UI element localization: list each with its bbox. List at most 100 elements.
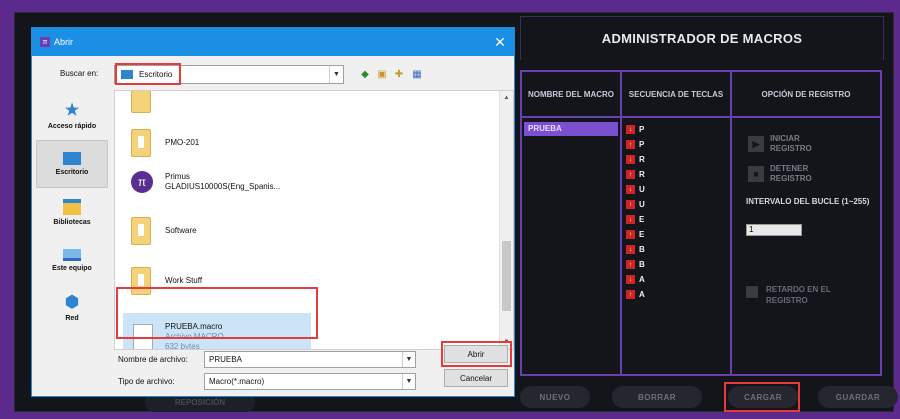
key-label: B	[639, 260, 645, 269]
place-quick-access[interactable]: ★ Acceso rápido	[36, 92, 108, 140]
key-label: U	[639, 185, 645, 194]
dialog-titlebar: π Abrir	[32, 28, 514, 56]
start-record-button[interactable]: ▶ INICIAR REGISTRO	[748, 134, 830, 154]
place-label: Acceso rápido	[47, 122, 97, 130]
look-in-row: Buscar en: Escritorio ▼	[32, 64, 514, 86]
filetype-row: Tipo de archivo: Macro(*.macro) ▼	[32, 372, 514, 392]
cancel-button[interactable]: Cancelar	[444, 369, 508, 387]
list-item[interactable]	[131, 91, 491, 113]
place-label: Escritorio	[55, 169, 89, 176]
key-sequence-row[interactable]: ↓ P	[626, 122, 730, 137]
macro-list-item[interactable]: PRUEBA	[524, 122, 618, 136]
loop-interval-label: INTERVALO DEL BUCLE (1~255)	[746, 197, 870, 206]
key-down-arrow-icon: ↓	[626, 245, 635, 254]
place-libraries[interactable]: Bibliotecas	[36, 188, 108, 236]
key-sequence-row[interactable]: ↑ E	[626, 227, 730, 242]
key-up-arrow-icon: ↑	[626, 140, 635, 149]
key-sequence-row[interactable]: ↑ P	[626, 137, 730, 152]
key-label: U	[639, 200, 645, 209]
key-down-arrow-icon: ↓	[626, 185, 635, 194]
place-label: Este equipo	[52, 264, 92, 272]
close-icon[interactable]: ✕	[490, 32, 510, 52]
key-down-arrow-icon: ↓	[626, 275, 635, 284]
open-button-highlight	[441, 341, 512, 367]
look-in-label: Buscar en:	[60, 69, 99, 78]
stop-record-label: DETENER REGISTRO	[770, 164, 812, 183]
new-folder-icon[interactable]: ✚	[392, 67, 406, 81]
key-up-arrow-icon: ↑	[626, 290, 635, 299]
delete-button[interactable]: BORRAR	[612, 386, 702, 408]
record-delay-label: RETARDO EN EL REGISTRO	[766, 285, 831, 305]
list-item[interactable]: Software	[131, 217, 491, 245]
back-arrow-icon[interactable]: ◆	[358, 67, 372, 81]
chevron-down-icon[interactable]: ▼	[402, 374, 415, 389]
key-label: R	[639, 155, 645, 164]
macro-name-header: NOMBRE DEL MACRO	[522, 72, 620, 118]
folder-icon	[131, 217, 151, 245]
scroll-thumb[interactable]	[502, 241, 511, 311]
key-sequence-row[interactable]: ↑ A	[626, 287, 730, 302]
scroll-up-icon[interactable]: ▲	[500, 91, 513, 105]
filename-value: PRUEBA	[209, 355, 242, 364]
key-sequence-row[interactable]: ↓ B	[626, 242, 730, 257]
save-button[interactable]: GUARDAR	[818, 386, 898, 408]
key-sequence-header: SECUENCIA DE TECLAS	[622, 72, 730, 118]
start-record-label: INICIAR REGISTRO	[770, 134, 812, 153]
key-label: E	[639, 230, 645, 239]
record-option-header: OPCIÓN DE REGISTRO	[732, 72, 880, 118]
place-label: Bibliotecas	[53, 218, 91, 226]
loop-interval-input[interactable]: 1	[746, 224, 802, 236]
key-sequence-row[interactable]: ↓ U	[626, 182, 730, 197]
stop-icon: ■	[748, 166, 764, 182]
file-name: Primus GLADIUS10000S(Eng_Spanis...	[165, 172, 280, 192]
new-button[interactable]: NUEVO	[520, 386, 590, 408]
key-label: R	[639, 170, 645, 179]
place-network[interactable]: ⬢ Red	[36, 284, 108, 332]
record-delay-option[interactable]: RETARDO EN EL REGISTRO	[746, 284, 836, 306]
list-item[interactable]: π Primus GLADIUS10000S(Eng_Spanis...	[131, 171, 491, 193]
key-sequence-row[interactable]: ↑ U	[626, 197, 730, 212]
desktop-icon	[63, 152, 81, 165]
view-menu-icon[interactable]: ▦	[410, 67, 424, 81]
chevron-down-icon[interactable]: ▼	[329, 66, 343, 83]
filename-input[interactable]: PRUEBA ▼	[204, 351, 416, 368]
place-desktop[interactable]: Escritorio	[36, 140, 108, 188]
macro-table: NOMBRE DEL MACRO PRUEBA SECUENCIA DE TEC…	[520, 70, 882, 376]
filename-label: Nombre de archivo:	[118, 355, 188, 364]
key-sequence-row[interactable]: ↓ A	[626, 272, 730, 287]
key-sequence-row[interactable]: ↓ R	[626, 152, 730, 167]
folder-icon	[131, 129, 151, 157]
place-this-pc[interactable]: Este equipo	[36, 236, 108, 284]
key-up-arrow-icon: ↑	[626, 170, 635, 179]
libraries-icon	[63, 198, 81, 215]
play-icon: ▶	[748, 136, 764, 152]
key-label: A	[639, 275, 645, 284]
look-in-highlight	[115, 63, 181, 85]
record-delay-checkbox[interactable]	[746, 286, 758, 298]
file-list-scrollbar[interactable]: ▲ ▼	[499, 91, 513, 349]
filetype-select[interactable]: Macro(*.macro) ▼	[204, 373, 416, 390]
stop-record-button[interactable]: ■ DETENER REGISTRO	[748, 164, 830, 184]
key-sequence-row[interactable]: ↑ R	[626, 167, 730, 182]
load-button-highlight	[724, 382, 800, 412]
network-icon: ⬢	[65, 293, 79, 311]
key-down-arrow-icon: ↓	[626, 125, 635, 134]
file-name-line2: GLADIUS10000S(Eng_Spanis...	[165, 182, 281, 191]
file-size: 632 bytes	[165, 342, 200, 350]
file-name: Software	[165, 226, 197, 235]
key-label: P	[639, 125, 645, 134]
file-name: PMO-201	[165, 138, 200, 147]
list-item[interactable]: PMO-201	[131, 129, 491, 157]
selected-file-highlight	[116, 287, 318, 339]
places-bar: ★ Acceso rápido Escritorio Bibliotecas E…	[36, 92, 108, 332]
key-sequence-row[interactable]: ↑ B	[626, 257, 730, 272]
primus-app-icon: π	[131, 171, 153, 193]
up-folder-icon[interactable]: ▣	[375, 67, 389, 81]
chevron-down-icon[interactable]: ▼	[402, 352, 415, 367]
app-icon: π	[40, 37, 50, 47]
key-sequence-row[interactable]: ↓ E	[626, 212, 730, 227]
file-name-line1: Primus	[165, 172, 190, 181]
key-label: P	[639, 140, 645, 149]
key-down-arrow-icon: ↓	[626, 215, 635, 224]
key-label: A	[639, 290, 645, 299]
